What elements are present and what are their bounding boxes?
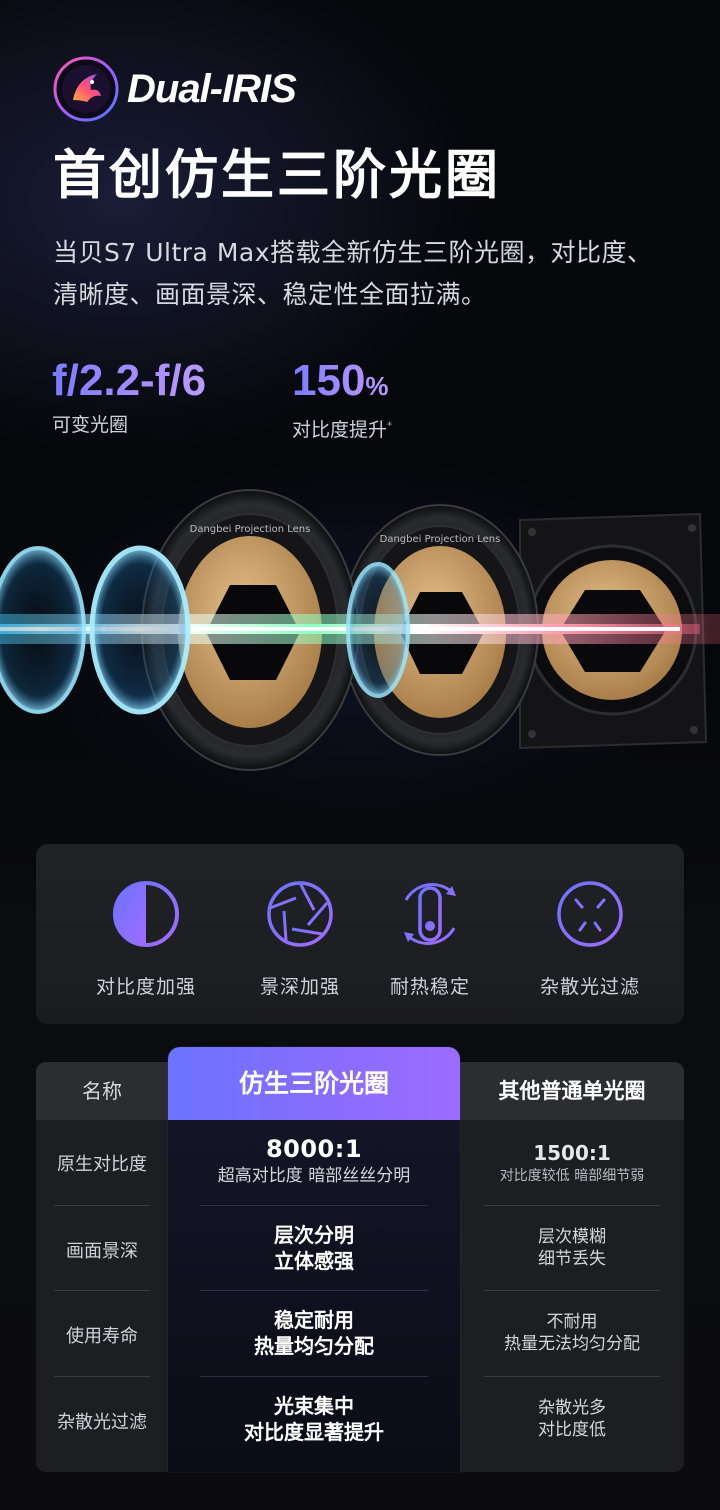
row-divider — [200, 1290, 428, 1291]
aperture-icon — [267, 881, 333, 947]
row-divider — [200, 1376, 428, 1377]
row-divider — [54, 1205, 150, 1206]
featured-lifespan-cell: 稳定耐用 热量均匀分配 — [168, 1307, 460, 1359]
spec-aperture: f/2.2-f/6 可变光圈 — [52, 356, 206, 437]
feature-heat: 耐热稳定 — [350, 878, 510, 999]
spec-contrast-value: 150% — [292, 356, 392, 411]
other-depth-cell: 层次模糊 细节丢失 — [460, 1226, 684, 1270]
stray-light-icon — [557, 881, 623, 947]
featured-contrast-cell: 8000:1 超高对比度 暗部丝丝分明 — [168, 1134, 460, 1188]
contrast-icon — [113, 881, 179, 947]
dual-iris-logo-icon — [53, 56, 119, 122]
lens-assembly-image: Dangbei Projection Lens Dangbei Projecti… — [0, 489, 720, 771]
row-divider — [200, 1205, 428, 1206]
feature-label: 耐热稳定 — [389, 976, 470, 998]
featured-depth-cell: 层次分明 立体感强 — [168, 1222, 460, 1274]
other-lifespan-cell: 不耐用 热量无法均匀分配 — [460, 1311, 684, 1355]
header-featured: 仿生三阶光圈 — [238, 1069, 389, 1098]
brand: Dual-IRIS — [53, 56, 297, 122]
other-lifespan-line1: 不耐用 — [546, 1312, 598, 1332]
other-depth-line1: 层次模糊 — [538, 1227, 606, 1247]
thermometer-icon — [404, 883, 456, 945]
other-contrast-cell: 1500:1 对比度较低 暗部细节弱 — [460, 1140, 684, 1186]
featured-stray-light-line2: 对比度显著提升 — [244, 1420, 384, 1444]
other-contrast-value: 1500:1 — [533, 1141, 611, 1165]
spec-aperture-label: 可变光圈 — [52, 414, 129, 436]
row-label-lifespan: 使用寿命 — [66, 1326, 138, 1347]
featured-stray-light-line1: 光束集中 — [274, 1394, 354, 1418]
feature-stray-light: 杂散光过滤 — [510, 878, 670, 999]
spec-contrast-label: 对比度提升* — [292, 419, 393, 441]
featured-depth-line1: 层次分明 — [274, 1223, 354, 1247]
svg-text:Dangbei Projection Lens: Dangbei Projection Lens — [380, 534, 501, 545]
row-divider — [54, 1376, 150, 1377]
features-panel: 对比度加强 景深加强 耐热稳定 杂散光过滤 — [36, 844, 684, 1024]
featured-contrast-value: 8000:1 — [265, 1135, 363, 1163]
featured-lifespan-line2: 热量均匀分配 — [254, 1334, 374, 1358]
other-contrast-desc: 对比度较低 暗部细节弱 — [499, 1168, 645, 1184]
header-name: 名称 — [82, 1079, 122, 1103]
row-label-contrast: 原生对比度 — [57, 1154, 147, 1175]
other-stray-light-cell: 杂散光多 对比度低 — [460, 1397, 684, 1441]
feature-label: 杂散光过滤 — [539, 976, 640, 998]
featured-stray-light-cell: 光束集中 对比度显著提升 — [168, 1393, 460, 1445]
featured-depth-line2: 立体感强 — [274, 1249, 354, 1273]
row-divider — [484, 1205, 660, 1206]
row-label-depth: 画面景深 — [66, 1241, 138, 1262]
other-stray-light-line1: 杂散光多 — [538, 1398, 606, 1418]
featured-contrast-desc: 超高对比度 暗部丝丝分明 — [217, 1166, 411, 1186]
other-lifespan-line2: 热量无法均匀分配 — [504, 1334, 640, 1354]
svg-text:Dangbei Projection Lens: Dangbei Projection Lens — [190, 524, 311, 535]
row-label-stray-light: 杂散光过滤 — [57, 1412, 147, 1433]
spec-contrast: 150% 对比度提升* — [292, 356, 392, 442]
featured-lifespan-line1: 稳定耐用 — [274, 1308, 354, 1332]
feature-contrast: 对比度加强 — [66, 878, 226, 999]
row-divider — [484, 1376, 660, 1377]
row-divider — [484, 1290, 660, 1291]
page-description: 当贝S7 Ultra Max搭载全新仿生三阶光圈，对比度、清晰度、画面景深、稳定… — [53, 238, 653, 309]
row-divider — [54, 1290, 150, 1291]
other-depth-line2: 细节丢失 — [538, 1249, 606, 1269]
header-other: 其他普通单光圈 — [498, 1079, 646, 1103]
feature-label: 对比度加强 — [95, 976, 196, 998]
spec-aperture-value: f/2.2-f/6 — [52, 356, 207, 405]
brand-name: Dual-IRIS — [127, 66, 297, 111]
other-stray-light-line2: 对比度低 — [538, 1420, 606, 1440]
page-headline: 首创仿生三阶光圈 — [53, 145, 501, 206]
